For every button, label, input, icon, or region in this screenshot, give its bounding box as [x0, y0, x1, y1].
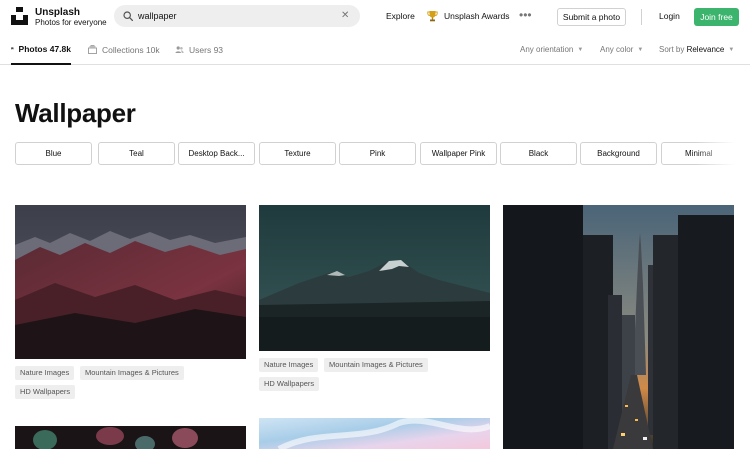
chevron-down-icon: ▼: [577, 47, 584, 53]
search-tabs: Photos 47.8k Collections 10k Users 93 An…: [0, 34, 750, 65]
chevron-down-icon: ▼: [728, 47, 735, 53]
tab-photos-count: 47.8k: [49, 43, 71, 54]
photo-pastel-abstract[interactable]: [259, 418, 490, 449]
sort-filter[interactable]: Sort by Relevance ▼: [659, 45, 734, 55]
search-input[interactable]: [138, 8, 333, 24]
sort-prefix: Sort by: [659, 45, 685, 54]
photo-city-street[interactable]: [503, 205, 734, 449]
tab-photos[interactable]: Photos 47.8k: [11, 34, 71, 65]
unsplash-logo-icon[interactable]: [11, 7, 28, 25]
photo-teal-mountain[interactable]: [259, 205, 490, 351]
photo-icon: [11, 47, 14, 50]
page-title: Wallpaper: [15, 98, 136, 128]
users-icon: [175, 46, 184, 53]
photo-red-mountains-image: [15, 205, 246, 359]
brand[interactable]: Unsplash Photos for everyone: [35, 8, 107, 28]
login-link[interactable]: Login: [659, 11, 680, 22]
tab-users-label: Users: [189, 44, 212, 55]
related-chip[interactable]: Teal: [98, 142, 175, 165]
related-chip[interactable]: Wallpaper Pink: [420, 142, 497, 165]
collections-icon: [88, 45, 97, 54]
photo-teal-mountain-image: [259, 205, 490, 351]
tab-collections[interactable]: Collections 10k: [88, 34, 160, 65]
search-bar: ✕: [114, 5, 360, 27]
related-chip[interactable]: Blue: [15, 142, 92, 165]
photo-tag[interactable]: Mountain Images & Pictures: [324, 358, 428, 372]
related-chip[interactable]: Texture: [259, 142, 336, 165]
tab-collections-label: Collections: [102, 44, 144, 55]
photo-city-street-image: [503, 205, 734, 449]
explore-link[interactable]: Explore: [386, 11, 415, 22]
related-chip[interactable]: Pink: [339, 142, 416, 165]
search-icon[interactable]: [123, 11, 133, 21]
related-chip[interactable]: Background: [580, 142, 657, 165]
photo-tag[interactable]: Nature Images: [259, 358, 319, 372]
submit-photo-button[interactable]: Submit a photo: [557, 8, 626, 26]
photo-jellyfish-image: [15, 426, 246, 449]
photo-pastel-abstract-image: [259, 418, 490, 449]
tab-users-count: 93: [213, 44, 224, 55]
tab-photos-label: Photos: [18, 43, 48, 54]
nav-divider: [641, 9, 642, 25]
orientation-filter-label: Any orientation: [520, 45, 574, 54]
awards-link[interactable]: Unsplash Awards: [444, 11, 510, 22]
color-filter[interactable]: Any color ▼: [600, 45, 643, 55]
related-chip[interactable]: Desktop Back...: [178, 142, 255, 165]
sort-value: Relevance: [686, 45, 725, 54]
chevron-down-icon: ▼: [637, 47, 644, 53]
brand-tagline: Photos for everyone: [35, 18, 107, 27]
clear-search-icon[interactable]: ✕: [341, 10, 349, 22]
join-free-button[interactable]: Join free: [694, 8, 739, 26]
photo-tag[interactable]: HD Wallpapers: [259, 377, 320, 391]
related-searches: Blue Teal Desktop Back... Texture Pink W…: [15, 142, 735, 166]
color-filter-label: Any color: [600, 45, 634, 54]
photo-jellyfish[interactable]: [15, 426, 246, 449]
trophy-icon: [427, 11, 438, 22]
brand-name: Unsplash: [35, 7, 81, 18]
photo-tag[interactable]: Mountain Images & Pictures: [80, 366, 184, 380]
photo-tag[interactable]: HD Wallpapers: [15, 385, 76, 399]
orientation-filter[interactable]: Any orientation ▼: [520, 45, 583, 55]
photo-tag[interactable]: Nature Images: [15, 366, 75, 380]
top-navbar: Unsplash Photos for everyone ✕ Explore U…: [0, 0, 750, 34]
tab-collections-count: 10k: [145, 44, 160, 55]
related-chip[interactable]: Black: [500, 142, 577, 165]
photo-red-mountains[interactable]: [15, 205, 246, 359]
more-options-icon[interactable]: •••: [519, 9, 532, 21]
tab-users[interactable]: Users 93: [175, 34, 223, 65]
chips-fade: [695, 142, 735, 166]
